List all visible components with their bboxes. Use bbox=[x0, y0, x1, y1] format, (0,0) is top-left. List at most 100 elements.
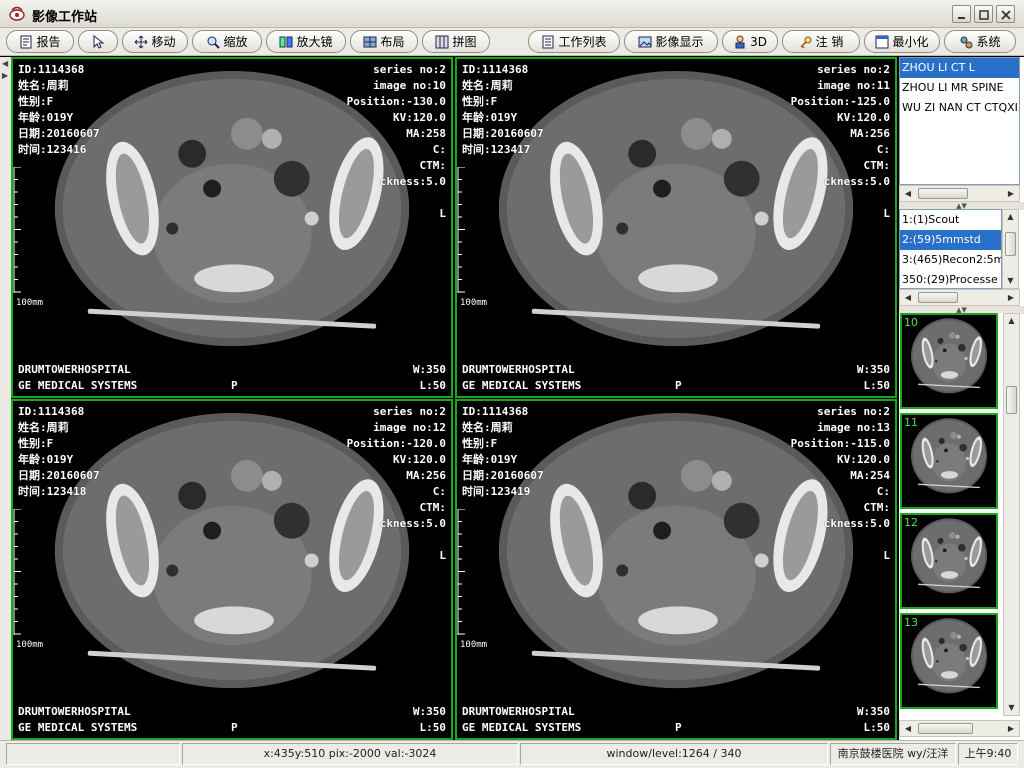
series-list-vscrollbar[interactable]: ▲ ▼ bbox=[1002, 209, 1019, 289]
layout-button[interactable]: 布局 bbox=[350, 30, 418, 53]
scroll-left-icon[interactable]: ◀ bbox=[901, 291, 915, 304]
expand-right-icon[interactable]: ▶ bbox=[2, 71, 8, 80]
series-item[interactable]: 1:(1)Scout bbox=[900, 210, 1001, 230]
report-icon bbox=[20, 35, 32, 48]
patient-item[interactable]: ZHOU LI CT L bbox=[900, 58, 1019, 78]
window-width: W:350 bbox=[412, 363, 446, 376]
scroll-up-icon[interactable]: ▲ bbox=[1004, 210, 1017, 224]
close-window-button[interactable] bbox=[996, 5, 1015, 23]
worklist-button-label: 工作列表 bbox=[558, 35, 607, 49]
maximize-icon bbox=[979, 10, 989, 20]
scroll-left-icon[interactable]: ◀ bbox=[901, 187, 915, 200]
c-value: C: bbox=[432, 485, 446, 498]
patient-id: ID:1114368 bbox=[462, 63, 529, 76]
thumbnail-strip[interactable]: 10 11 12 13 bbox=[899, 313, 1007, 716]
patient-sex: 性别:F bbox=[18, 437, 54, 450]
scroll-thumb[interactable] bbox=[918, 723, 973, 734]
patient-list[interactable]: ZHOU LI CT L ZHOU LI MR SPINE WU ZI NAN … bbox=[899, 57, 1020, 185]
patient-info-overlay: ID:1114368 姓名:周莉 性别:F 年龄:019Y 日期:2016060… bbox=[18, 404, 100, 500]
pointer-button[interactable] bbox=[78, 30, 118, 53]
report-button[interactable]: 报告 bbox=[6, 30, 74, 53]
3d-icon bbox=[735, 35, 745, 48]
scroll-right-icon[interactable]: ▶ bbox=[1004, 187, 1018, 200]
patient-list-hscrollbar[interactable]: ◀ ▶ bbox=[899, 185, 1020, 202]
slice-thickness: ckness:5.0 bbox=[823, 175, 890, 188]
manufacturer: GE MEDICAL SYSTEMS bbox=[462, 379, 582, 392]
patient-name: 姓名:周莉 bbox=[18, 421, 69, 434]
minimize-app-button[interactable]: 最小化 bbox=[864, 30, 940, 53]
move-icon bbox=[135, 35, 148, 48]
ctm-value: CTM: bbox=[863, 159, 891, 172]
slice-position: Position:-130.0 bbox=[346, 95, 446, 108]
series-thumbnail[interactable]: 10 bbox=[900, 313, 998, 409]
left-collapse-grip[interactable]: ◀ ▶ bbox=[0, 57, 11, 740]
image-viewport[interactable]: ID:1114368 姓名:周莉 性别:F 年龄:019Y 日期:2016060… bbox=[455, 399, 897, 740]
3d-button[interactable]: 3D bbox=[722, 30, 778, 53]
series-thumbnail[interactable]: 13 bbox=[900, 613, 998, 709]
image-viewer[interactable]: ID:1114368 姓名:周莉 性别:F 年龄:019Y 日期:2016060… bbox=[11, 57, 899, 740]
scale-label: 100mm bbox=[16, 640, 44, 650]
title-bar[interactable]: 影像工作站 bbox=[0, 0, 1024, 28]
thumbnail-vscrollbar[interactable]: ▲ ▼ bbox=[1003, 313, 1020, 716]
zoom-button[interactable]: 缩放 bbox=[192, 30, 262, 53]
montage-icon bbox=[435, 35, 449, 48]
series-item[interactable]: 350:(29)Processe bbox=[900, 270, 1001, 288]
collapse-left-icon[interactable]: ◀ bbox=[2, 59, 8, 68]
slice-position: Position:-125.0 bbox=[790, 95, 890, 108]
scroll-thumb[interactable] bbox=[1005, 232, 1016, 256]
patient-age: 年龄:019Y bbox=[18, 111, 74, 124]
series-list-hscrollbar[interactable]: ◀ ▶ bbox=[899, 289, 1020, 306]
magnifier-button[interactable]: 放大镜 bbox=[266, 30, 346, 53]
patient-age: 年龄:019Y bbox=[18, 453, 74, 466]
scroll-right-icon[interactable]: ▶ bbox=[1004, 722, 1018, 735]
move-button[interactable]: 移动 bbox=[122, 30, 188, 53]
minimize-window-button[interactable] bbox=[952, 5, 971, 23]
zoom-icon bbox=[207, 36, 221, 49]
acquisition-info-overlay: series no:2 image no:13 Position:-115.0 … bbox=[791, 404, 890, 532]
window-width: W:350 bbox=[856, 363, 890, 376]
system-button-label: 系统 bbox=[976, 35, 1001, 49]
manufacturer: GE MEDICAL SYSTEMS bbox=[18, 379, 138, 392]
status-clock: 上午9:40 bbox=[958, 743, 1018, 765]
image-display-button[interactable]: 影像显示 bbox=[624, 30, 718, 53]
patient-id: ID:1114368 bbox=[462, 405, 529, 418]
image-viewport[interactable]: ID:1114368 姓名:周莉 性别:F 年龄:019Y 日期:2016060… bbox=[11, 57, 453, 398]
series-list[interactable]: 1:(1)Scout 2:(59)5mmstd 3:(465)Recon2:5m… bbox=[899, 209, 1002, 289]
study-time: 时间:123416 bbox=[18, 143, 87, 156]
scroll-down-icon[interactable]: ▼ bbox=[1005, 701, 1018, 715]
thumbnail-number: 12 bbox=[904, 516, 918, 529]
maximize-window-button[interactable] bbox=[974, 5, 993, 23]
worklist-button[interactable]: 工作列表 bbox=[528, 30, 620, 53]
patient-item[interactable]: ZHOU LI MR SPINE bbox=[900, 78, 1019, 98]
hospital-name: DRUMTOWERHOSPITAL bbox=[18, 705, 131, 718]
patient-sex: 性别:F bbox=[462, 95, 498, 108]
scroll-down-icon[interactable]: ▼ bbox=[1004, 274, 1017, 288]
patient-id: ID:1114368 bbox=[18, 63, 85, 76]
status-coordinates: x:435y:510 pix:-2000 val:-3024 bbox=[182, 743, 518, 765]
hospital-name: DRUMTOWERHOSPITAL bbox=[18, 363, 131, 376]
patient-name: 姓名:周莉 bbox=[462, 79, 513, 92]
thumbnail-hscrollbar[interactable]: ◀ ▶ bbox=[899, 720, 1020, 737]
series-item[interactable]: 3:(465)Recon2:5m bbox=[900, 250, 1001, 270]
scroll-thumb[interactable] bbox=[918, 292, 958, 303]
image-viewport[interactable]: ID:1114368 姓名:周莉 性别:F 年龄:019Y 日期:2016060… bbox=[11, 399, 453, 740]
system-button[interactable]: 系统 bbox=[944, 30, 1016, 53]
scroll-right-icon[interactable]: ▶ bbox=[1004, 291, 1018, 304]
scroll-left-icon[interactable]: ◀ bbox=[901, 722, 915, 735]
logout-button[interactable]: 注 销 bbox=[782, 30, 860, 53]
image-viewport[interactable]: ID:1114368 姓名:周莉 性别:F 年龄:019Y 日期:2016060… bbox=[455, 57, 897, 398]
series-thumbnail[interactable]: 12 bbox=[900, 513, 998, 609]
series-item[interactable]: 2:(59)5mmstd bbox=[900, 230, 1001, 250]
scroll-up-icon[interactable]: ▲ bbox=[1005, 314, 1018, 328]
image-display-button-label: 影像显示 bbox=[655, 35, 704, 49]
window-level-overlay: W:350 L:50 bbox=[857, 704, 890, 736]
scroll-thumb[interactable] bbox=[918, 188, 968, 199]
window-width: W:350 bbox=[412, 705, 446, 718]
orientation-bottom-label: P bbox=[231, 721, 238, 734]
series-thumbnail[interactable]: 11 bbox=[900, 413, 998, 509]
study-date: 日期:20160607 bbox=[18, 127, 100, 140]
scroll-thumb[interactable] bbox=[1006, 386, 1017, 414]
patient-item[interactable]: WU ZI NAN CT CTQXI bbox=[900, 98, 1019, 118]
montage-button[interactable]: 拼图 bbox=[422, 30, 490, 53]
patient-id: ID:1114368 bbox=[18, 405, 85, 418]
